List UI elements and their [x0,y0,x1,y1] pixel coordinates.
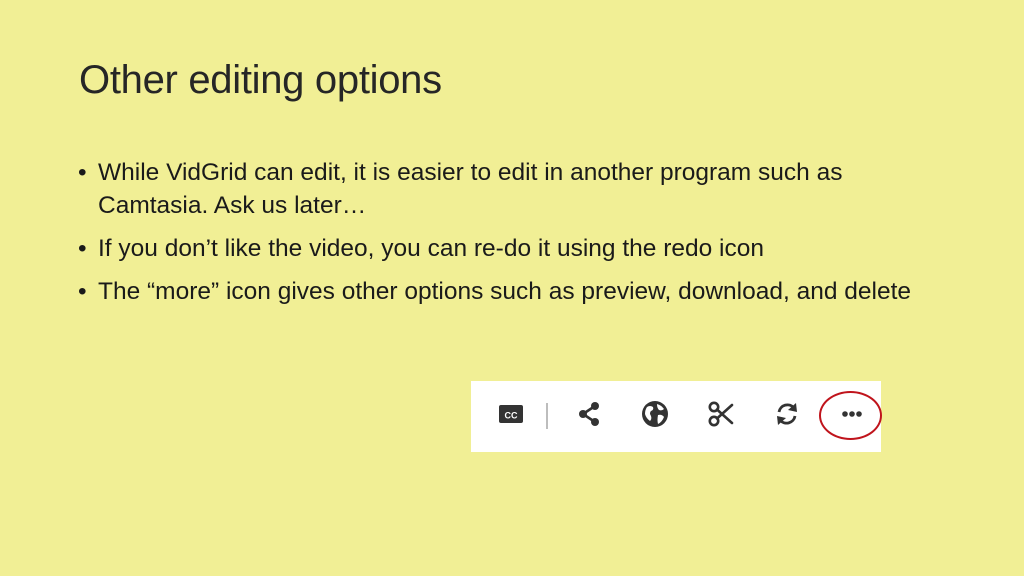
bullet-text: If you don’t like the video, you can re-… [98,235,764,262]
bullet-text: The “more” icon gives other options such… [98,278,912,305]
scissors-icon[interactable] [704,397,738,431]
redo-icon[interactable] [770,397,804,431]
toolbar-divider [546,403,548,429]
bullet-item: • The “more” icon gives other options su… [78,275,948,308]
bullet-marker: • [78,159,87,186]
bullet-list: • While VidGrid can edit, it is easier t… [78,156,948,318]
closed-captions-icon[interactable]: CC [494,397,528,431]
bullet-marker: • [78,278,87,305]
slide: Other editing options • While VidGrid ca… [0,0,1024,576]
slide-title: Other editing options [79,58,442,102]
more-icon[interactable] [835,397,869,431]
bullet-item: • While VidGrid can edit, it is easier t… [78,156,948,222]
globe-icon[interactable] [638,397,672,431]
bullet-marker: • [78,235,87,262]
video-toolbar [471,381,881,452]
bullet-item: • If you don’t like the video, you can r… [78,232,948,265]
share-icon[interactable] [572,397,606,431]
bullet-text: While VidGrid can edit, it is easier to … [98,159,843,219]
svg-text:CC: CC [505,411,518,421]
